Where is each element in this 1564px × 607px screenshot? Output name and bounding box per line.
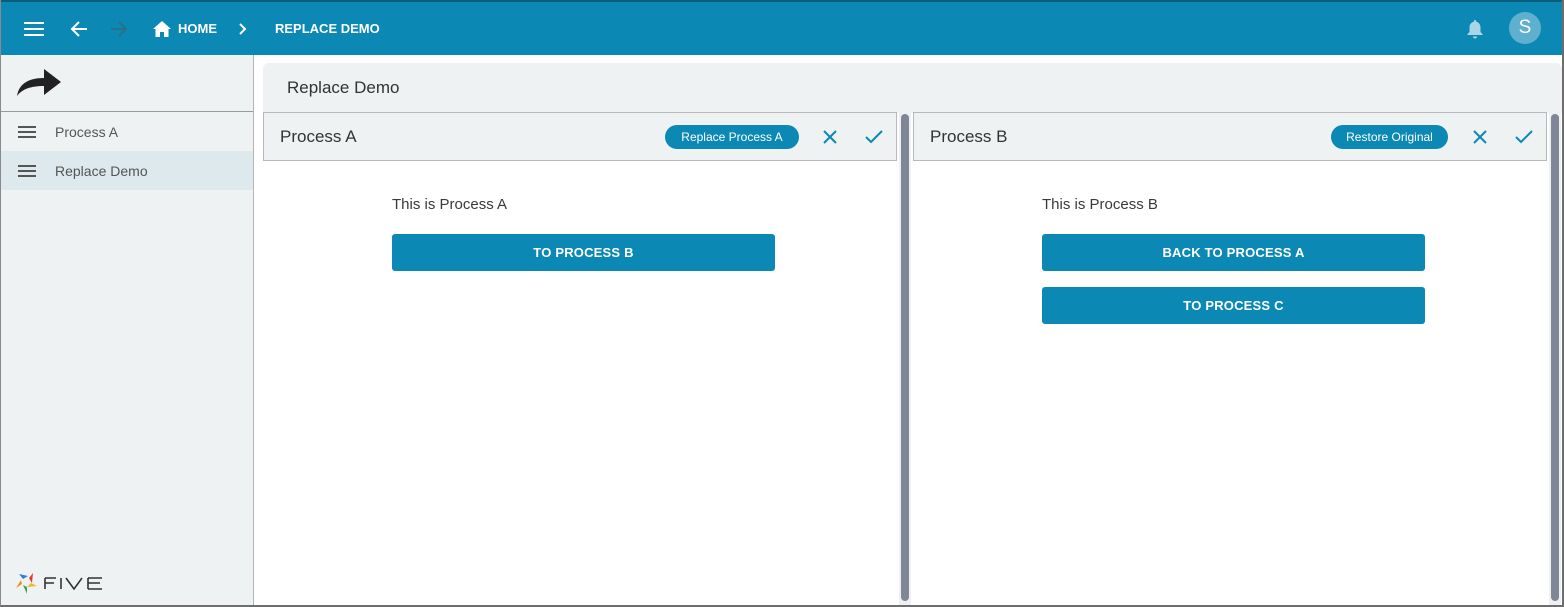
sidebar-header	[1, 55, 253, 112]
five-star-logo-icon	[16, 573, 37, 594]
back-to-process-a-button[interactable]: BACK TO PROCESS A	[1042, 234, 1425, 271]
menu-lines-icon	[18, 125, 36, 138]
panel-header: Process A Replace Process A	[263, 112, 897, 161]
process-description: This is Process A	[392, 196, 508, 213]
notifications-button[interactable]	[1466, 2, 1484, 55]
panel-header: Process B Restore Original	[913, 112, 1547, 161]
restore-original-button[interactable]: Restore Original	[1331, 125, 1448, 149]
confirm-button[interactable]	[862, 125, 886, 149]
bell-icon	[1467, 19, 1483, 38]
main-content: Replace Demo Process A Replace Process A	[263, 63, 1563, 605]
process-b-scrollbar[interactable]	[1549, 112, 1561, 605]
hamburger-menu-icon	[24, 21, 44, 36]
panel-body: This is Process A TO PROCESS B	[263, 161, 897, 605]
confirm-button[interactable]	[1512, 125, 1536, 149]
sidebar-item-label: Process A	[55, 123, 119, 140]
app-window: HOME REPLACE DEMO S Process A Replace De…	[0, 0, 1564, 607]
home-icon	[153, 20, 171, 37]
sidebar-item-replace-demo[interactable]: Replace Demo	[1, 151, 253, 190]
forward-button[interactable]	[107, 2, 131, 55]
breadcrumb-home[interactable]: HOME	[153, 2, 217, 55]
page-title: Replace Demo	[263, 63, 1562, 113]
sidebar: Process A Replace Demo	[1, 55, 254, 605]
menu-lines-icon	[18, 164, 36, 177]
cancel-button[interactable]	[818, 125, 842, 149]
breadcrumb-separator	[238, 2, 248, 55]
sidebar-item-label: Replace Demo	[55, 162, 148, 179]
close-icon	[823, 130, 837, 144]
main-menu-button[interactable]	[23, 2, 45, 55]
cancel-button[interactable]	[1468, 125, 1492, 149]
five-wordmark	[44, 577, 102, 590]
process-a-panel: Process A Replace Process A This is Proc…	[263, 112, 897, 605]
process-b-panel: Process B Restore Original This is Proce…	[913, 112, 1547, 605]
process-a-scrollbar[interactable]	[899, 112, 911, 605]
sidebar-item-process-a[interactable]: Process A	[1, 112, 253, 151]
panel-title: Process B	[930, 126, 1008, 146]
process-description: This is Process B	[1042, 196, 1158, 213]
five-logo	[15, 571, 106, 595]
scrollbar-thumb[interactable]	[901, 114, 909, 601]
panel-body: This is Process B BACK TO PROCESS A TO P…	[913, 161, 1547, 605]
top-app-bar: HOME REPLACE DEMO S	[1, 0, 1562, 55]
user-avatar[interactable]: S	[1509, 12, 1541, 44]
chevron-right-icon	[239, 22, 247, 35]
check-icon	[865, 130, 883, 144]
close-icon	[1473, 130, 1487, 144]
back-button[interactable]	[67, 2, 91, 55]
arrow-left-icon	[70, 20, 87, 37]
to-process-c-button[interactable]: TO PROCESS C	[1042, 287, 1425, 324]
breadcrumb-home-label: HOME	[178, 21, 217, 36]
scrollbar-thumb[interactable]	[1551, 114, 1559, 601]
panel-title: Process A	[280, 126, 357, 146]
to-process-b-button[interactable]: TO PROCESS B	[392, 234, 775, 271]
check-icon	[1515, 130, 1533, 144]
replace-process-a-button[interactable]: Replace Process A	[665, 125, 799, 149]
breadcrumb-current: REPLACE DEMO	[275, 21, 380, 36]
arrow-right-icon	[111, 20, 128, 37]
share-arrow-icon	[17, 69, 61, 96]
